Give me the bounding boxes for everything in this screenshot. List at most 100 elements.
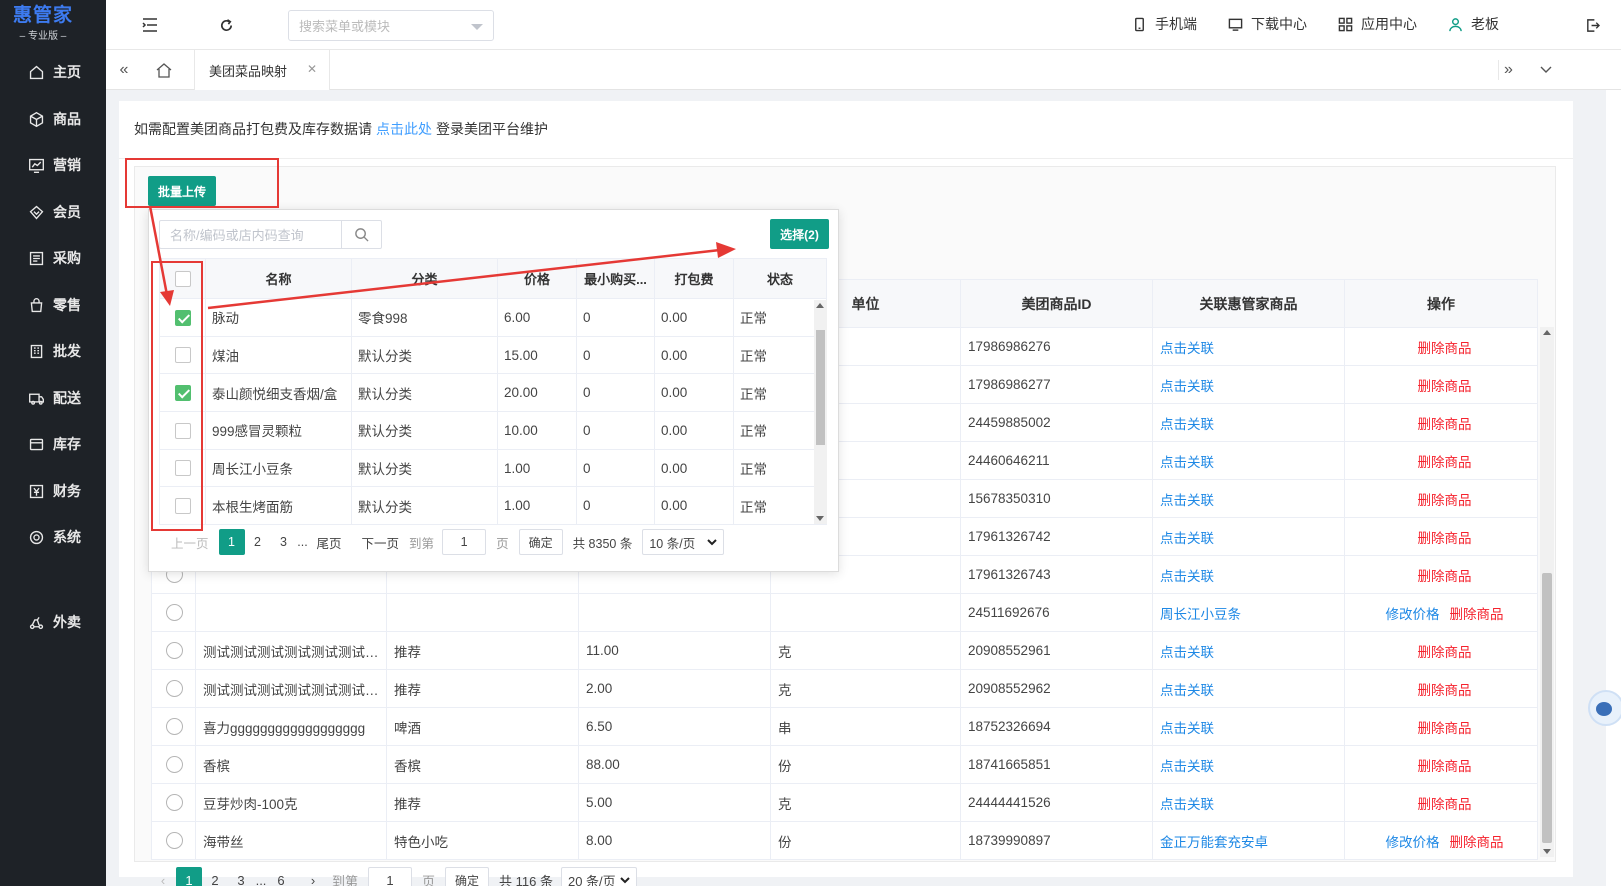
header-link-mobile[interactable]: 手机端 <box>1132 14 1197 34</box>
sidebar-item-retail[interactable]: 零售 <box>0 285 106 325</box>
row-checkbox[interactable] <box>175 498 191 514</box>
table-row[interactable]: 24511692676 周长江小豆条 修改价格 删除商品 <box>151 593 1538 632</box>
goto-page-input[interactable]: 1 <box>442 529 487 555</box>
last-page-button[interactable]: 尾页 <box>317 533 342 552</box>
scrollbar-thumb[interactable] <box>1542 573 1552 843</box>
next-page-icon[interactable]: › <box>300 867 326 886</box>
delete-product-button[interactable]: 删除商品 <box>1418 569 1472 584</box>
popup-row[interactable]: 脉动 零食998 6.00 0 0.00 正常 <box>159 298 827 337</box>
delete-product-button[interactable]: 删除商品 <box>1418 455 1472 470</box>
row-radio[interactable] <box>166 604 183 621</box>
table-row[interactable]: 测试测试测试测试测试测试测试 推荐 2.00 克 20908552962 点击关联 删除商品 <box>151 669 1538 708</box>
row-radio[interactable] <box>166 756 183 773</box>
page-button[interactable]: 3 <box>271 529 297 555</box>
link-product-button[interactable]: 点击关联 <box>1160 721 1214 736</box>
link-product-button[interactable]: 点击关联 <box>1160 379 1214 394</box>
page-button[interactable]: 3 <box>228 867 254 886</box>
chevron-down-icon[interactable] <box>1536 60 1556 80</box>
page-button[interactable]: 2 <box>202 867 228 886</box>
link-product-button[interactable]: 点击关联 <box>1160 683 1214 698</box>
select-all-checkbox[interactable] <box>174 270 191 287</box>
delete-product-button[interactable]: 删除商品 <box>1418 797 1472 812</box>
sidebar-item-system[interactable]: 系统 <box>0 517 106 557</box>
delete-product-button[interactable]: 删除商品 <box>1418 379 1472 394</box>
row-radio[interactable] <box>166 794 183 811</box>
sidebar-item-purchase[interactable]: 采购 <box>0 238 106 278</box>
edit-price-button[interactable]: 修改价格 <box>1386 607 1440 622</box>
page-button[interactable]: 6 <box>268 867 294 886</box>
assistant-avatar[interactable] <box>1588 690 1621 726</box>
page-size-select[interactable]: 20 条/页 <box>560 867 637 886</box>
table-row[interactable]: 豆芽炒肉-100克 推荐 5.00 克 24444441526 点击关联 删除商品 <box>151 783 1538 822</box>
refresh-icon[interactable] <box>216 15 236 35</box>
popup-scrollbar[interactable] <box>814 300 827 524</box>
link-product-button[interactable]: 周长江小豆条 <box>1160 607 1241 622</box>
logout-icon[interactable] <box>1582 15 1602 35</box>
delete-product-button[interactable]: 删除商品 <box>1418 341 1472 356</box>
link-product-button[interactable]: 点击关联 <box>1160 797 1214 812</box>
sidebar-item-stock[interactable]: 库存 <box>0 424 106 464</box>
edit-price-button[interactable]: 修改价格 <box>1386 835 1440 850</box>
popup-row[interactable]: 本根生烤面筋 默认分类 1.00 0 0.00 正常 <box>159 486 827 526</box>
batch-upload-button[interactable]: 批量上传 <box>148 176 216 206</box>
header-link-apps[interactable]: 应用中心 <box>1338 14 1417 34</box>
link-product-button[interactable]: 点击关联 <box>1160 531 1214 546</box>
link-product-button[interactable]: 点击关联 <box>1160 417 1214 432</box>
link-product-button[interactable]: 点击关联 <box>1160 455 1214 470</box>
popup-row[interactable]: 999感冒灵颗粒 默认分类 10.00 0 0.00 正常 <box>159 411 827 450</box>
delete-product-button[interactable]: 删除商品 <box>1450 835 1504 850</box>
delete-product-button[interactable]: 删除商品 <box>1418 417 1472 432</box>
row-checkbox[interactable] <box>175 460 191 477</box>
menu-search-select[interactable]: 搜索菜单或模块 <box>288 10 494 41</box>
delete-product-button[interactable]: 删除商品 <box>1418 759 1472 774</box>
page-button[interactable]: 2 <box>245 529 271 555</box>
link-product-button[interactable]: 点击关联 <box>1160 493 1214 508</box>
delete-product-button[interactable]: 删除商品 <box>1418 721 1472 736</box>
delete-product-button[interactable]: 删除商品 <box>1418 683 1472 698</box>
next-page-button[interactable]: 下一页 <box>362 533 400 552</box>
prev-page-button[interactable]: 上一页 <box>171 533 209 552</box>
sidebar-item-home[interactable]: 主页 <box>0 52 106 92</box>
page-scrollbar[interactable] <box>1606 90 1621 886</box>
delete-product-button[interactable]: 删除商品 <box>1450 607 1504 622</box>
select-confirm-button[interactable]: 选择(2) <box>770 219 829 249</box>
sidebar-item-marketing[interactable]: 营销 <box>0 145 106 185</box>
menu-toggle-icon[interactable] <box>140 15 160 35</box>
sidebar-item-finance[interactable]: 财务 <box>0 471 106 511</box>
scroll-down-icon[interactable] <box>816 516 824 521</box>
scroll-up-icon[interactable] <box>816 303 824 308</box>
row-radio[interactable] <box>166 832 183 849</box>
search-icon[interactable] <box>341 221 381 248</box>
home-tab-icon[interactable] <box>154 60 174 80</box>
sidebar-item-member[interactable]: 会员 <box>0 192 106 232</box>
tab-meituan-mapping[interactable]: 美团菜品映射 ✕ <box>194 50 330 90</box>
popup-row[interactable]: 周长江小豆条 默认分类 1.00 0 0.00 正常 <box>159 448 827 488</box>
header-link-download[interactable]: 下载中心 <box>1228 14 1307 34</box>
popup-row[interactable]: 泰山颜悦细支香烟/盒 默认分类 20.00 0 0.00 正常 <box>159 373 827 413</box>
scroll-up-icon[interactable] <box>1543 330 1551 335</box>
goto-page-input[interactable]: 1 <box>368 867 413 886</box>
row-checkbox[interactable] <box>175 422 191 439</box>
goto-confirm-button[interactable]: 确定 <box>445 867 490 886</box>
goto-confirm-button[interactable]: 确定 <box>518 529 563 555</box>
table-scrollbar[interactable] <box>1540 327 1554 857</box>
row-radio[interactable] <box>166 680 183 697</box>
popup-search-input[interactable]: 名称/编码或店内码查询 <box>159 220 382 249</box>
page-button[interactable]: 1 <box>218 529 245 555</box>
delete-product-button[interactable]: 删除商品 <box>1418 645 1472 660</box>
row-checkbox[interactable] <box>175 309 191 326</box>
link-product-button[interactable]: 点击关联 <box>1160 341 1214 356</box>
row-radio[interactable] <box>166 718 183 735</box>
tabs-scroll-right-icon[interactable]: » <box>1498 60 1518 80</box>
row-checkbox[interactable] <box>175 384 191 401</box>
tabs-scroll-left-icon[interactable]: « <box>114 60 134 80</box>
table-row[interactable]: 海带丝 特色小吃 8.00 份 18739990897 金正万能套充安卓 修改价格 删除商品 <box>151 821 1538 860</box>
page-button[interactable]: 1 <box>176 867 202 886</box>
scrollbar-thumb[interactable] <box>816 330 825 445</box>
table-row[interactable]: 香槟 香槟 88.00 份 18741665851 点击关联 删除商品 <box>151 745 1538 784</box>
delete-product-button[interactable]: 删除商品 <box>1418 531 1472 546</box>
sidebar-item-takeaway[interactable]: 外卖 <box>0 602 106 642</box>
table-row[interactable]: 喜力gggggggggggggggggg 啤酒 6.50 串 18752326694 点击… <box>151 707 1538 746</box>
table-row[interactable]: 测试测试测试测试测试测试测试 推荐 11.00 克 20908552961 点击关联 删除商… <box>151 631 1538 670</box>
header-link-user[interactable]: 老板 <box>1448 14 1499 34</box>
